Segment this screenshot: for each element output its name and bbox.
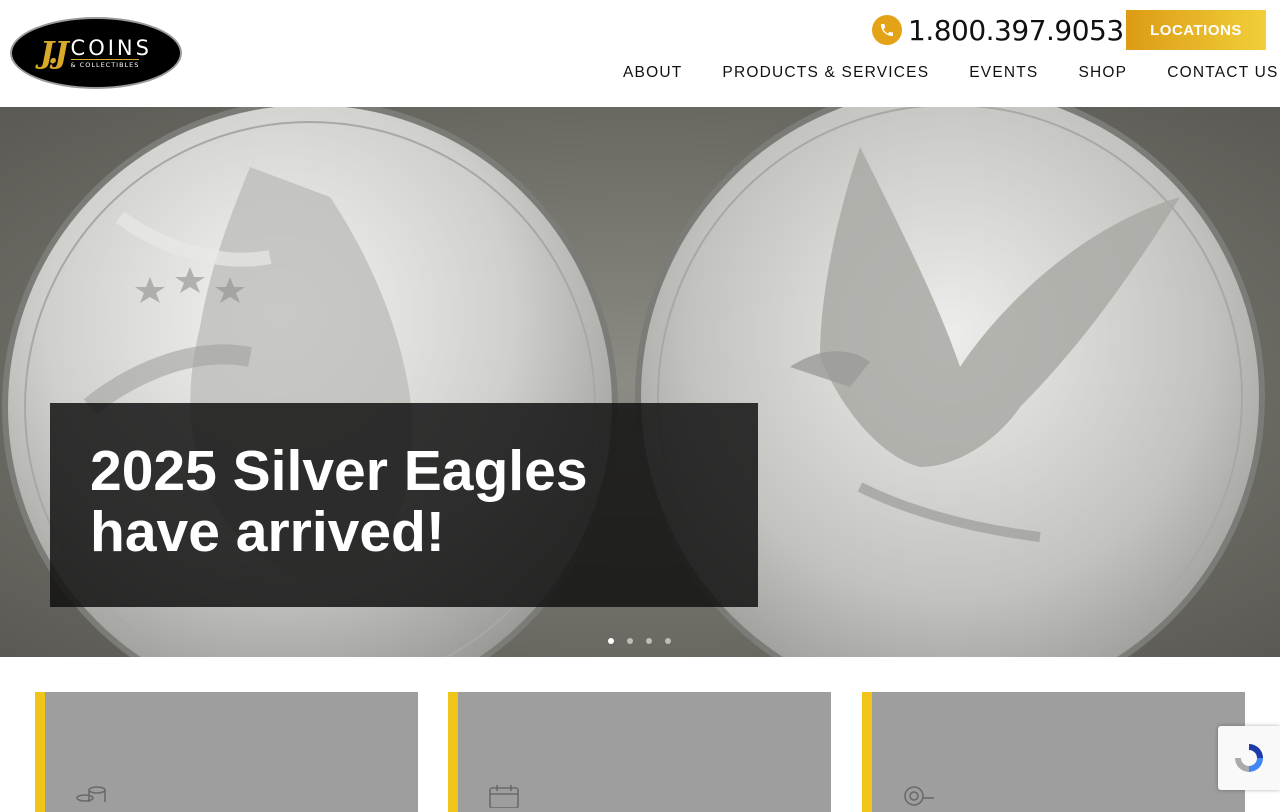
- logo-mark: J.J: [40, 35, 68, 71]
- phone-icon: [872, 15, 902, 45]
- recaptcha-badge[interactable]: [1218, 726, 1280, 790]
- site-logo[interactable]: J.J COINS & COLLECTIBLES: [10, 17, 182, 89]
- slider-dot-4[interactable]: [665, 638, 671, 644]
- slider-dot-2[interactable]: [627, 638, 633, 644]
- recaptcha-icon: [1235, 744, 1263, 772]
- phone-link[interactable]: 1.800.397.9053: [872, 13, 1124, 47]
- feature-card-1[interactable]: [35, 692, 418, 812]
- site-header: J.J COINS & COLLECTIBLES 1.800.397.9053 …: [0, 0, 1280, 108]
- logo-subtitle: & COLLECTIBLES: [70, 59, 140, 69]
- hero-caption: 2025 Silver Eagles have arrived!: [90, 441, 730, 563]
- feature-card-2[interactable]: [448, 692, 831, 812]
- hero-caption-line-1: 2025 Silver Eagles: [90, 439, 588, 503]
- feature-card-3[interactable]: [862, 692, 1245, 812]
- locations-button[interactable]: LOCATIONS: [1126, 10, 1266, 50]
- main-nav: ABOUT PRODUCTS & SERVICES EVENTS SHOP CO…: [603, 62, 1280, 84]
- nav-shop[interactable]: SHOP: [1058, 62, 1147, 84]
- hero-slider[interactable]: 2025 Silver Eagles have arrived!: [0, 107, 1280, 657]
- slider-dot-1[interactable]: [608, 638, 614, 644]
- nav-events[interactable]: EVENTS: [949, 62, 1058, 84]
- slider-dot-3[interactable]: [646, 638, 652, 644]
- nav-products-services[interactable]: PRODUCTS & SERVICES: [702, 62, 949, 84]
- hero-caption-box: 2025 Silver Eagles have arrived!: [50, 403, 758, 607]
- logo-name: COINS: [70, 36, 152, 60]
- calendar-icon: [488, 784, 522, 812]
- slider-dots: [608, 638, 671, 644]
- logo-oval: J.J COINS & COLLECTIBLES: [10, 17, 182, 89]
- nav-about[interactable]: ABOUT: [603, 62, 702, 84]
- phone-number: 1.800.397.9053: [908, 13, 1124, 47]
- coins-icon: [75, 784, 109, 812]
- nav-contact-us[interactable]: CONTACT US: [1147, 62, 1280, 84]
- hero-caption-line-2: have arrived!: [90, 500, 445, 564]
- coin-search-icon: [902, 784, 936, 812]
